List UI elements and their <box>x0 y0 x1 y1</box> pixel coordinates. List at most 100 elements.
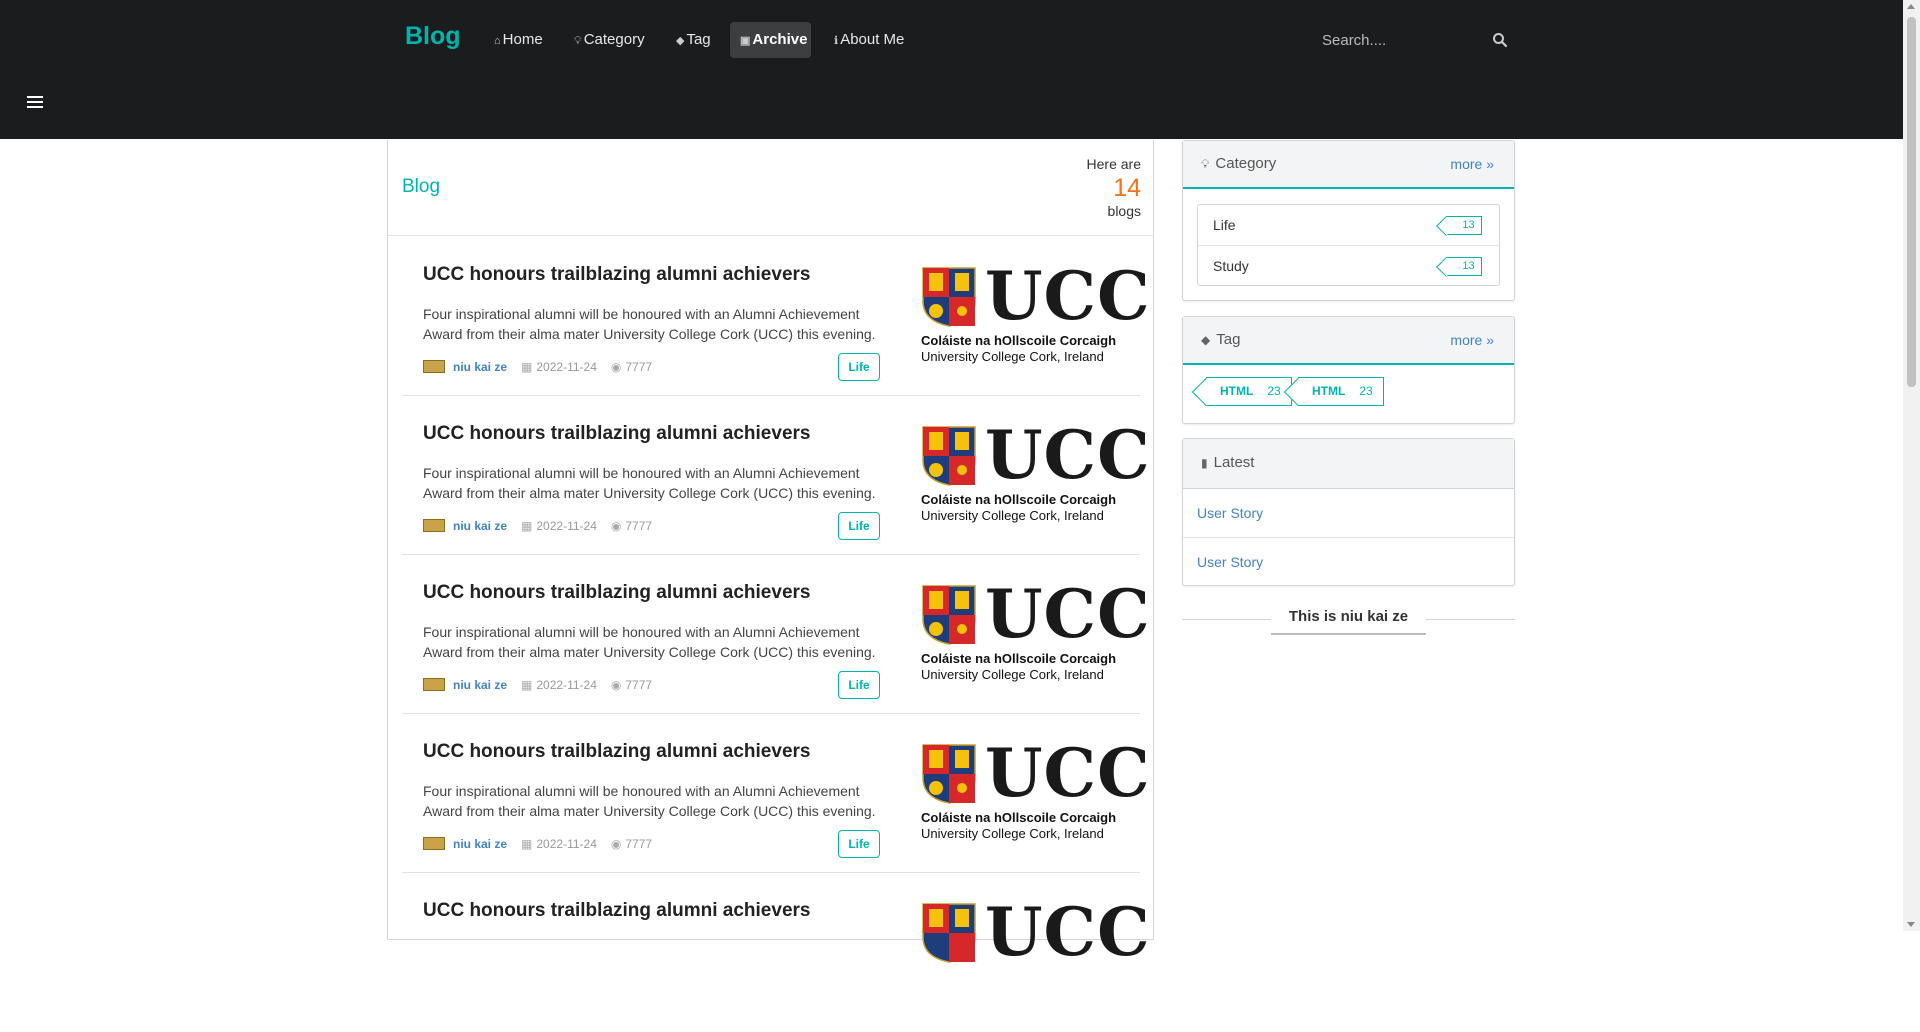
tag-label: HTML <box>1312 384 1346 398</box>
category-card-header: 💡︎ Category more » <box>1183 141 1514 189</box>
nav-tag[interactable]: ◆ Tag <box>666 22 721 58</box>
eye-icon: ◉ <box>610 677 622 692</box>
post-date: 2022-11-24 <box>536 836 597 851</box>
ucc-crest-icon <box>922 903 976 963</box>
post-cover-image[interactable]: UCC <box>921 894 1150 1002</box>
tag-card-title: Tag <box>1216 331 1241 348</box>
about-divider-right <box>1426 619 1515 620</box>
category-item-label: Study <box>1213 258 1249 274</box>
tags-icon: ◆ <box>1201 333 1211 347</box>
tag-card-header: ◆ Tag more » <box>1183 317 1514 365</box>
category-item-life[interactable]: Life 13 <box>1198 205 1499 245</box>
post-meta: niu kai ze ▦ 2022-11-24 ◉ 7777 <box>423 836 652 851</box>
ucc-irish-name: Coláiste na hOllscoile Corcaigh <box>921 492 1117 507</box>
tag-item[interactable]: HTML 23 <box>1206 377 1292 406</box>
about-heading: This is niu kai ze <box>1271 608 1426 635</box>
category-more-link[interactable]: more » <box>1450 141 1494 187</box>
latest-card-header: ▮ Latest <box>1183 439 1514 489</box>
post-cover-image[interactable]: UCC Coláiste na hOllscoile Corcaigh Univ… <box>921 735 1150 843</box>
tag-more-label: more <box>1450 332 1483 348</box>
blog-count-prefix: Here are <box>1086 156 1141 172</box>
post-views: 7777 <box>625 677 653 692</box>
post-views: 7777 <box>625 359 653 374</box>
double-chevron-right-icon: » <box>1486 332 1494 348</box>
scroll-down-arrow-icon[interactable] <box>1907 922 1915 927</box>
nav-archive[interactable]: ▣ Archive <box>730 22 811 58</box>
post-date: 2022-11-24 <box>536 359 597 374</box>
post-title[interactable]: UCC honours trailblazing alumni achiever… <box>423 741 810 763</box>
post-title[interactable]: UCC honours trailblazing alumni achiever… <box>423 900 810 922</box>
tag-item[interactable]: HTML 23 <box>1298 377 1384 406</box>
tag-more-link[interactable]: more » <box>1450 317 1494 363</box>
calendar-icon: ▦ <box>521 518 533 533</box>
blog-post-item[interactable]: UCC honours trailblazing alumni achiever… <box>402 555 1150 714</box>
archive-icon: ▣ <box>740 35 751 47</box>
calendar-icon: ▦ <box>521 836 533 851</box>
post-title[interactable]: UCC honours trailblazing alumni achiever… <box>423 264 810 286</box>
blog-count-number: 14 <box>1113 174 1141 202</box>
post-cover-image[interactable]: UCC Coláiste na hOllscoile Corcaigh Univ… <box>921 417 1150 525</box>
scrollbar-thumb[interactable] <box>1907 17 1916 387</box>
tag-label: HTML <box>1220 384 1254 398</box>
eye-icon: ◉ <box>610 836 622 851</box>
blog-post-item[interactable]: UCC honours trailblazing alumni achiever… <box>402 873 1150 1032</box>
ucc-english-name: University College Cork, Ireland <box>921 508 1104 523</box>
post-views: 7777 <box>625 836 653 851</box>
search-input[interactable] <box>1312 22 1482 58</box>
double-chevron-right-icon: » <box>1486 156 1494 172</box>
brand-logo[interactable]: Blog <box>405 22 461 51</box>
category-item-study[interactable]: Study 13 <box>1198 245 1499 285</box>
page-scrollbar[interactable] <box>1903 0 1920 931</box>
tag-card: ◆ Tag more » HTML 23 HTML 23 <box>1182 316 1515 424</box>
tag-list: HTML 23 HTML 23 <box>1183 365 1514 423</box>
tags-icon: ◆ <box>676 35 685 47</box>
post-author[interactable]: niu kai ze <box>453 360 507 374</box>
search-box <box>1312 22 1512 58</box>
nav-about-label: About Me <box>840 31 905 48</box>
info-icon: ℹ <box>834 35 839 47</box>
ucc-crest-icon <box>922 585 976 645</box>
ucc-wordmark: UCC <box>985 893 1151 971</box>
post-author[interactable]: niu kai ze <box>453 519 507 533</box>
eye-icon: ◉ <box>610 359 622 374</box>
post-excerpt: Four inspirational alumni will be honour… <box>423 465 876 501</box>
post-title[interactable]: UCC honours trailblazing alumni achiever… <box>423 582 810 604</box>
nav-home[interactable]: ⌂ Home <box>484 22 553 58</box>
post-meta: niu kai ze ▦ 2022-11-24 ◉ 7777 <box>423 518 652 533</box>
nav-tag-label: Tag <box>686 31 711 48</box>
tag-count: 23 <box>1267 384 1281 398</box>
post-category-label[interactable]: Life <box>838 671 880 699</box>
post-excerpt: Four inspirational alumni will be honour… <box>423 306 876 342</box>
nav-about-me[interactable]: ℹ About Me <box>824 22 914 58</box>
post-category-label[interactable]: Life <box>838 830 880 858</box>
category-count: 13 <box>1462 219 1475 231</box>
latest-card-title: Latest <box>1213 454 1255 471</box>
blog-post-item[interactable]: UCC honours trailblazing alumni achiever… <box>402 237 1150 396</box>
post-cover-image[interactable]: UCC Coláiste na hOllscoile Corcaigh Univ… <box>921 258 1150 366</box>
ucc-crest-icon <box>922 426 976 486</box>
post-category-label[interactable]: Life <box>838 353 880 381</box>
tag-count: 23 <box>1359 384 1373 398</box>
ucc-wordmark: UCC <box>985 257 1151 335</box>
blog-post-item[interactable]: UCC honours trailblazing alumni achiever… <box>402 396 1150 555</box>
ucc-english-name: University College Cork, Ireland <box>921 826 1104 841</box>
search-icon[interactable] <box>1492 32 1508 48</box>
nav-category[interactable]: 💡︎ Category <box>564 22 655 58</box>
blog-post-item[interactable]: UCC honours trailblazing alumni achiever… <box>402 714 1150 873</box>
eye-icon: ◉ <box>610 518 622 533</box>
lightbulb-icon: 💡︎ <box>1201 157 1210 171</box>
latest-item[interactable]: User Story <box>1183 537 1514 585</box>
post-cover-image[interactable]: UCC Coláiste na hOllscoile Corcaigh Univ… <box>921 576 1150 684</box>
post-author[interactable]: niu kai ze <box>453 837 507 851</box>
post-category-label[interactable]: Life <box>838 512 880 540</box>
ucc-english-name: University College Cork, Ireland <box>921 667 1104 682</box>
post-title[interactable]: UCC honours trailblazing alumni achiever… <box>423 423 810 445</box>
nav-category-label: Category <box>583 31 645 48</box>
lightbulb-icon: 💡︎ <box>574 35 582 47</box>
blog-list-segment: Blog Here are 14 blogs UCC honours trail… <box>387 140 1154 970</box>
scroll-up-arrow-icon[interactable] <box>1907 4 1915 9</box>
post-author[interactable]: niu kai ze <box>453 678 507 692</box>
latest-item[interactable]: User Story <box>1183 489 1514 537</box>
hamburger-menu-icon[interactable] <box>27 96 43 110</box>
ucc-irish-name: Coláiste na hOllscoile Corcaigh <box>921 333 1117 348</box>
